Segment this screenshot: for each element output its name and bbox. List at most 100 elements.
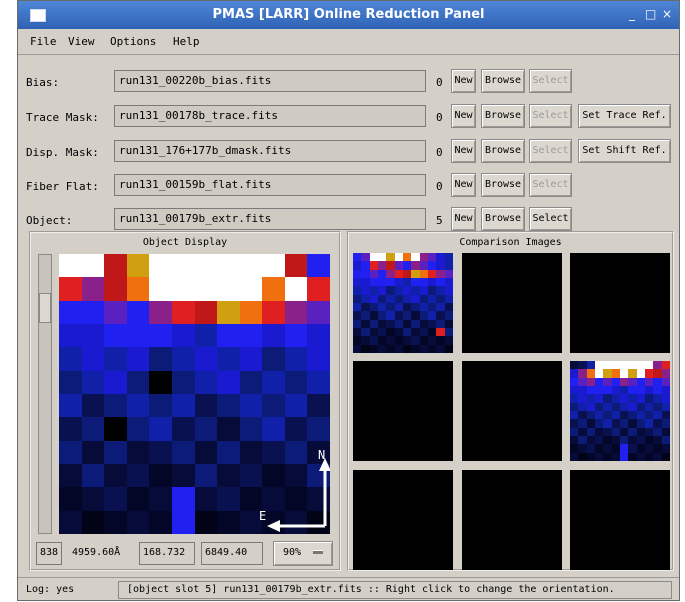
comparison-slot-1[interactable] [353, 253, 453, 353]
fiber-pixel [307, 394, 330, 418]
comparison-title: Comparison Images [459, 237, 562, 248]
comparison-slot-9[interactable] [570, 470, 670, 570]
trace-mask-new-button[interactable]: New [451, 104, 476, 128]
object-new-button[interactable]: New [451, 207, 476, 231]
object-image[interactable] [59, 254, 330, 534]
fiber-pixel [419, 294, 428, 303]
maximize-icon[interactable]: □ [645, 7, 656, 21]
fiber-flat-select-button[interactable]: Select [529, 173, 572, 197]
fiber-pixel [578, 361, 587, 370]
bias-new-button[interactable]: New [451, 69, 476, 93]
disp-mask-select-button[interactable]: Select [529, 139, 572, 163]
minimize-icon[interactable]: _ [629, 7, 635, 21]
fiber-pixel [377, 277, 387, 287]
fiber-pixel [394, 261, 403, 270]
fiber-pixel [386, 311, 395, 320]
pixel-value-field[interactable]: 838 [36, 542, 62, 565]
disp-mask-browse-button[interactable]: Browse [481, 139, 525, 163]
trace-mask-browse-button[interactable]: Browse [481, 104, 525, 128]
fiber-pixel [636, 435, 645, 445]
bias-browse-button[interactable]: Browse [481, 69, 525, 93]
zoom-select[interactable]: 90% [273, 541, 333, 566]
fiber-pixel [361, 261, 370, 270]
fiber-pixel [262, 370, 285, 394]
fiber-pixel [307, 440, 330, 464]
fiber-pixel [262, 277, 285, 301]
fiber-pixel [628, 369, 637, 378]
fiber-pixel [171, 394, 195, 418]
fiber-pixel [104, 487, 127, 511]
fiber-pixel [653, 435, 662, 445]
object-file-field[interactable]: run131_00179b_extr.fits [114, 208, 426, 230]
fiber-flat-file-field[interactable]: run131_00159b_flat.fits [114, 174, 426, 196]
fiber-pixel [644, 410, 654, 420]
fiber-pixel [653, 369, 662, 378]
fiber-pixel [361, 302, 370, 312]
menu-options[interactable]: Options [110, 35, 156, 48]
coord-y-field[interactable]: 6849.40 [201, 542, 263, 565]
fiber-pixel [217, 277, 240, 301]
object-select-button[interactable]: Select [529, 207, 572, 231]
log-toggle[interactable]: Log: yes [26, 584, 74, 595]
fiber-pixel [81, 440, 105, 464]
fiber-pixel [59, 347, 82, 371]
fiber-flat-browse-button[interactable]: Browse [481, 173, 525, 197]
fiber-pixel [194, 277, 218, 301]
fiber-pixel [262, 417, 285, 441]
trace-mask-select-button[interactable]: Select [529, 104, 572, 128]
comparison-slot-4[interactable] [353, 361, 453, 461]
trace-mask-file-field[interactable]: run131_00178b_trace.fits [114, 105, 426, 127]
fiber-pixel [239, 324, 263, 348]
fiber-pixel [361, 277, 370, 287]
fiber-pixel [262, 324, 285, 348]
fiber-pixel [578, 394, 587, 403]
fiber-pixel [369, 336, 378, 345]
fiber-pixel [194, 324, 218, 348]
comparison-slot-2[interactable] [462, 253, 562, 353]
set-shift-ref-button[interactable]: Set Shift Ref. [578, 139, 671, 163]
comparison-slot-8[interactable] [462, 470, 562, 570]
menu-view[interactable]: View [68, 35, 95, 48]
fiber-pixel [644, 419, 654, 428]
disp-mask-file-field[interactable]: run131_176+177b_dmask.fits [114, 140, 426, 162]
fiber-flat-new-button[interactable]: New [451, 173, 476, 197]
comparison-slot-7[interactable] [353, 470, 453, 570]
fiber-pixel [217, 347, 240, 371]
comparison-slot-6[interactable] [570, 361, 670, 461]
disp-mask-new-button[interactable]: New [451, 139, 476, 163]
slider-thumb[interactable] [39, 293, 51, 323]
coord-x-field[interactable]: 168.732 [139, 542, 195, 565]
fiber-pixel [436, 311, 445, 320]
fiber-pixel [419, 277, 428, 287]
fiber-pixel [402, 294, 412, 303]
fiber-pixel [436, 277, 445, 287]
fiber-pixel [171, 300, 195, 324]
fiber-pixel [126, 394, 150, 418]
fiber-pixel [307, 347, 330, 371]
comparison-slot-3[interactable] [570, 253, 670, 353]
fiber-pixel [619, 385, 629, 395]
object-browse-button[interactable]: Browse [481, 207, 525, 231]
fiber-pixel [594, 369, 604, 378]
fiber-pixel [369, 269, 378, 278]
fiber-pixel [586, 452, 595, 461]
comparison-slot-5[interactable] [462, 361, 562, 461]
title-bar[interactable]: PMAS [LARR] Online Reduction Panel _ □ × [18, 1, 679, 29]
fiber-pixel [661, 452, 670, 461]
menu-help[interactable]: Help [173, 35, 200, 48]
fiber-pixel [394, 344, 403, 353]
fiber-pixel [661, 369, 670, 378]
set-trace-ref-button[interactable]: Set Trace Ref. [578, 104, 671, 128]
fiber-pixel [628, 385, 637, 395]
bias-file-field[interactable]: run131_00220b_bias.fits [114, 70, 426, 92]
zoom-slider[interactable] [38, 254, 52, 534]
fiber-pixel [661, 427, 670, 436]
fiber-pixel [104, 347, 127, 371]
fiber-pixel [603, 361, 612, 370]
fiber-pixel [444, 269, 453, 278]
bias-select-button[interactable]: Select [529, 69, 572, 93]
close-icon[interactable]: × [662, 7, 672, 21]
fiber-pixel [81, 370, 105, 394]
fiber-pixel [419, 319, 428, 328]
menu-file[interactable]: File [30, 35, 57, 48]
